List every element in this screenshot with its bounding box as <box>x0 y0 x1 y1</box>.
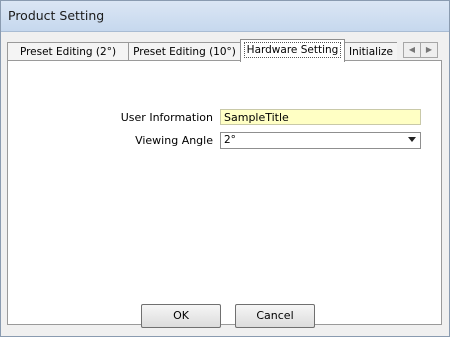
chevron-down-icon <box>408 137 416 142</box>
tab-preset-editing-2[interactable]: Preset Editing (2°) <box>7 42 129 61</box>
ok-button[interactable]: OK <box>141 304 221 328</box>
tab-scroll-buttons: ◀ ▶ <box>403 42 438 58</box>
dialog-client-area: Preset Editing (2°) Preset Editing (10°)… <box>1 32 449 336</box>
window-title: Product Setting <box>8 8 105 23</box>
tab-hardware-setting[interactable]: Hardware Setting <box>240 39 345 62</box>
tab-preset-editing-10[interactable]: Preset Editing (10°) <box>128 42 241 61</box>
scroll-left-icon[interactable]: ◀ <box>403 42 421 58</box>
viewing-angle-value: 2° <box>224 134 236 146</box>
cancel-button[interactable]: Cancel <box>235 304 315 328</box>
user-information-label: User Information <box>120 111 213 124</box>
user-information-input[interactable]: SampleTitle <box>220 109 421 125</box>
hardware-setting-panel: User Information SampleTitle Viewing Ang… <box>7 60 442 325</box>
viewing-angle-select[interactable]: 2° <box>220 132 421 149</box>
tab-label: Hardware Setting <box>243 42 342 58</box>
tab-label: Preset Editing (2°) <box>19 46 117 58</box>
product-setting-window: Product Setting Preset Editing (2°) Pres… <box>0 0 450 337</box>
tab-label: Preset Editing (10°) <box>133 46 236 58</box>
tab-label: Initialize <box>349 46 393 58</box>
tab-initialize[interactable]: Initialize <box>344 42 397 61</box>
viewing-angle-label: Viewing Angle <box>135 134 213 147</box>
scroll-right-icon[interactable]: ▶ <box>420 42 438 58</box>
title-bar[interactable]: Product Setting <box>1 1 449 32</box>
